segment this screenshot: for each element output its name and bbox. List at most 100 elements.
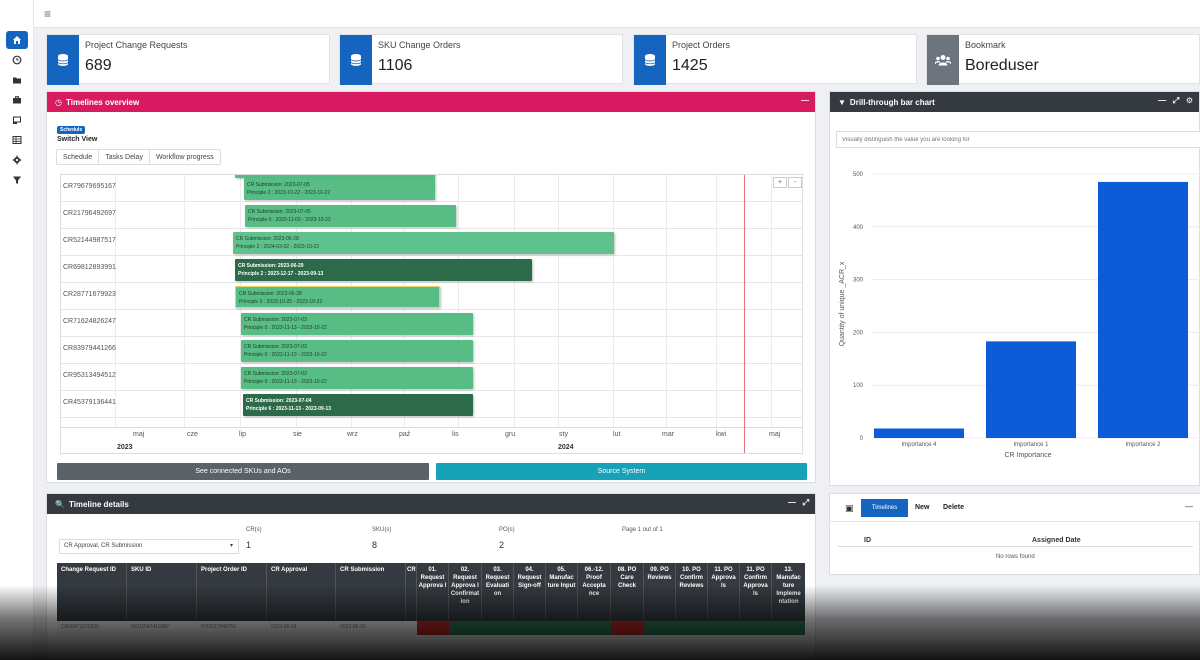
folder-icon[interactable] [6,71,28,89]
column-header[interactable]: 04. Request Sign-off [514,563,546,621]
infobox-project-orders[interactable]: Project Orders 1425 [633,34,917,85]
chart-bar[interactable] [986,341,1076,438]
gear-icon[interactable] [6,151,28,169]
tab-tasks-delay[interactable]: Tasks Delay [99,150,150,164]
table-row[interactable]: CR20471870920 SKU2547410387 PO2527848752… [57,621,805,635]
delete-button[interactable]: Delete [943,504,964,511]
infobox-sku-change-orders[interactable]: SKU Change Orders 1106 [339,34,623,85]
column-header[interactable]: 11. PO Approva ls [708,563,740,621]
collapse-icon[interactable]: — [1158,96,1166,105]
infobox-project-change-requests[interactable]: Project Change Requests 689 [46,34,330,85]
collapse-icon[interactable]: — [801,96,809,105]
axis-month: paź [399,431,411,438]
gantt-bar[interactable]: CR Submission: 2023-06-29 Principle 2 : … [235,259,532,281]
search-input[interactable] [836,131,1200,148]
bar-line1: CR Submission: 2023-07-03 [244,317,307,323]
timeline-details-panel: 🔍 Timeline details — ⤢ CR Approval, CR S… [46,493,816,660]
infobox-label: Project Orders [672,40,731,50]
gantt-chart: CR79679695167 CR Submission: 2023-07-05 … [60,174,803,454]
gantt-bar[interactable]: CR Submission: 2023-07-05 Principle 2 : … [244,178,435,200]
axis-month: maj [133,431,145,438]
gantt-bar[interactable]: CR Submission: 2023-07-03 Principle 0 : … [241,367,473,389]
zoom-out-button[interactable]: - [788,177,802,188]
bar-line2: Principle 0 : 2023-11-03 - 2023-10-22 [248,217,331,223]
gantt-row: CR45379136441 CR Submission: 2023-07-04 … [61,391,802,418]
gantt-bar[interactable]: CR Submission: 2023-07-05 Principle 0 : … [245,205,456,227]
tab-workflow-progress[interactable]: Workflow progress [150,150,220,164]
page-info: Page 1 out of 1 [622,527,663,533]
expand-icon[interactable]: ⤢ [803,498,809,507]
see-connected-button[interactable]: See connected SKUs and AOs [57,463,429,480]
bar-line1: CR Submission: 2023-07-03 [244,344,307,350]
bar-line1: CR Submission: 2023-07-04 [246,398,312,404]
timelines-overview-panel: ◷ Timelines overview — Schedule Switch V… [46,91,816,483]
filter-icon[interactable] [6,171,28,189]
gantt-bar[interactable]: CR Submission: 2023-07-03 Principle 0 : … [241,313,473,335]
po-count-value: 2 [499,540,505,550]
column-header[interactable]: 09. PO Reviews [644,563,676,621]
column-header[interactable]: 08. PO Care Check [611,563,644,621]
table-cell: CR20471870920 [61,624,99,630]
column-header[interactable]: 05. Manufac ture Input [546,563,578,621]
collapse-icon[interactable]: — [788,498,796,507]
y-tick-label: 500 [853,172,864,178]
note-icon[interactable]: ▣ [845,503,854,514]
chart-bar[interactable] [1098,181,1188,439]
search-icon: 🔍 [55,499,65,509]
y-tick-label: 400 [853,225,864,231]
gantt-bar[interactable]: CR Submission: 2023-06-28 Principle 0 : … [235,286,440,308]
gantt-bar[interactable]: CR Submission: 2023-07-04 Principle 6 : … [243,394,473,416]
gantt-row-label: CR21796492697 [63,210,116,217]
task-select[interactable]: CR Approval, CR Submission ▾ [59,539,239,554]
chart-bar[interactable] [874,428,964,438]
briefcase-icon[interactable] [6,91,28,109]
column-header[interactable]: 02. Request Approva l Confirmat ion [449,563,482,621]
tab-schedule[interactable]: Schedule [57,150,100,164]
column-header[interactable]: 01. Request Approva l [417,563,449,621]
infobox-value: 1425 [672,57,708,74]
axis-month: lis [452,431,459,438]
drill-through-header: ▼ Drill-through bar chart — ⤢ ⚙ [830,92,1199,112]
zoom-in-button[interactable]: + [773,177,787,188]
bar-line1: CR Submission: 2023-06-28 [236,236,299,242]
infobox-value: 689 [85,57,112,74]
column-header[interactable]: CR [406,563,417,621]
column-header[interactable]: 13. Manufac ture Impleme ntation [772,563,805,621]
infobox-label: SKU Change Orders [378,40,461,50]
column-header[interactable]: CR Submission [336,563,406,621]
collapse-icon[interactable]: — [1185,502,1193,511]
axis-year: 2023 [117,444,133,451]
new-button[interactable]: New [915,504,929,511]
gantt-bar[interactable]: CR Submission: 2023-06-28 Principle 2 : … [233,232,614,254]
clock-icon[interactable] [6,51,28,69]
source-system-button[interactable]: Source System [436,463,807,480]
column-header[interactable]: 03. Request Evaluati on [482,563,514,621]
bar-line1: CR Submission: 2023-07-03 [244,371,307,377]
table-icon[interactable] [6,131,28,149]
column-header-assigned-date[interactable]: Assigned Date [1032,537,1081,544]
column-header[interactable]: CR Approval [267,563,336,621]
column-header[interactable]: Change Request ID [57,563,127,621]
filter-icon: ▼ [838,97,846,107]
y-tick-label: 200 [853,330,864,336]
column-header[interactable]: 11. PO Confirm Approva ls [740,563,772,621]
tab-timelines[interactable]: Timelines [861,499,908,517]
gantt-row: CR69812893991 CR Submission: 2023-06-29 … [61,256,802,283]
expand-icon[interactable]: ⤢ [1173,96,1179,105]
column-header-id[interactable]: ID [864,537,871,544]
panel-title: Timeline details [68,499,129,509]
column-header[interactable]: SKU ID [127,563,197,621]
home-icon[interactable] [6,31,28,49]
settings-icon[interactable]: ⚙ [1186,96,1193,105]
x-tick-label: Importance 4 [901,442,937,448]
gantt-bar[interactable]: CR Submission: 2023-07-03 Principle 0 : … [241,340,473,362]
today-marker [744,175,745,453]
inbox-icon[interactable] [6,111,28,129]
infobox-label: Bookmark [965,40,1006,50]
column-header[interactable]: 10. PO Confirm Reviews [676,563,708,621]
infobox-bookmark[interactable]: Bookmark Boreduser [926,34,1200,85]
y-tick-label: 100 [853,383,864,389]
column-header[interactable]: Project Order ID [197,563,267,621]
column-header[interactable]: 06.-12. Proof Accepta nce [578,563,611,621]
menu-toggle-icon[interactable]: ≡ [44,7,51,21]
